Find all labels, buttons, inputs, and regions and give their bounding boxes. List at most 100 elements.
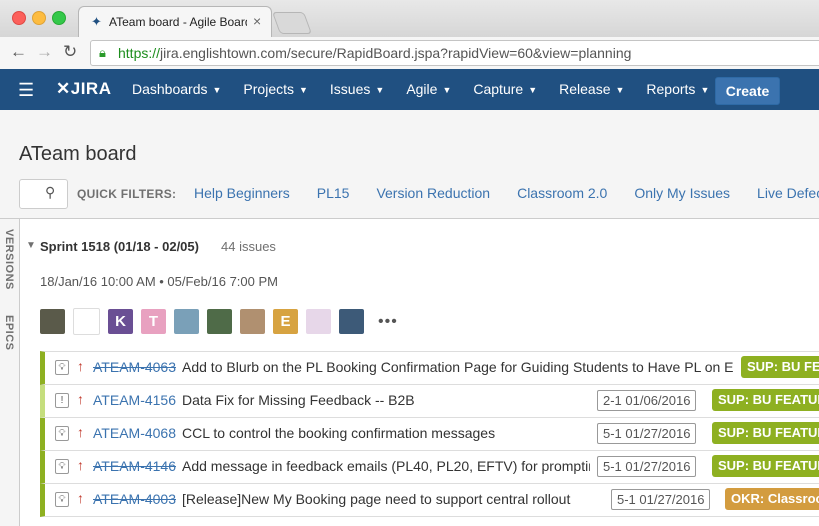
nav-capture[interactable]: Capture ▼ [473, 69, 537, 110]
issue-summary: Add to Blurb on the PL Booking Confirmat… [182, 359, 734, 375]
issue-key[interactable]: ATEAM-4003 [93, 491, 176, 507]
epic-label: OKR: Classroom [725, 488, 819, 510]
tab-title: ATeam board - Agile Board [109, 15, 247, 29]
epic-label: SUP: BU FEATURES [712, 389, 819, 411]
issue-key[interactable]: ATEAM-4146 [93, 458, 176, 474]
chevron-down-icon: ▼ [700, 84, 710, 95]
avatar[interactable] [339, 309, 364, 334]
fix-version-badge: 5-1 01/27/2016 [597, 456, 697, 477]
close-window-button[interactable] [12, 11, 26, 25]
sprint-dates: 18/Jan/16 10:00 AM • 05/Feb/16 7:00 PM [40, 274, 278, 289]
improvement-icon: 💡︎ [55, 492, 69, 507]
fix-version-badge: 2-1 01/06/2016 [597, 390, 697, 411]
nav-projects[interactable]: Projects ▼ [243, 69, 308, 110]
issue-row[interactable]: 💡︎ ↑ ATEAM-4146 Add message in feedback … [40, 451, 819, 484]
quick-filters-label: QUICK FILTERS: [77, 187, 177, 201]
avatar[interactable] [207, 309, 232, 334]
quick-filter[interactable]: Help Beginners [194, 185, 290, 201]
search-icon: ⚲ [45, 184, 56, 200]
avatar[interactable] [40, 309, 65, 334]
epic-label: SUP: BU FEATURES [712, 422, 819, 444]
issue-summary: CCL to control the booking confirmation … [182, 425, 496, 441]
chevron-down-icon[interactable]: ▼ [26, 240, 36, 251]
chevron-down-icon: ▼ [615, 84, 625, 95]
app-switcher-icon[interactable]: ☰ [18, 80, 34, 101]
priority-up-arrow-icon: ↑ [77, 391, 84, 407]
nav-release[interactable]: Release ▼ [559, 69, 624, 110]
priority-up-arrow-icon: ↑ [77, 457, 84, 473]
chevron-down-icon: ▼ [299, 84, 308, 95]
fix-version-badge: 5-1 01/27/2016 [611, 489, 711, 510]
avatar[interactable]: T [141, 309, 166, 334]
issue-row[interactable]: ! ↑ ATEAM-4156 Data Fix for Missing Feed… [40, 385, 819, 418]
avatar[interactable] [73, 308, 100, 335]
issue-key[interactable]: ATEAM-4156 [93, 392, 176, 408]
fix-version-badge: 5-1 01/27/2016 [597, 423, 697, 444]
quick-filters: Help Beginners PL15 Version Reduction Cl… [194, 185, 819, 201]
issue-row[interactable]: 💡︎ ↑ ATEAM-4068 CCL to control the booki… [40, 418, 819, 451]
board-header: ATeam board ⚲ QUICK FILTERS: Help Beginn… [0, 110, 819, 219]
issue-key[interactable]: ATEAM-4063 [93, 359, 176, 375]
lock-icon: 🔒︎ [99, 45, 106, 60]
issue-key[interactable]: ATEAM-4068 [93, 425, 176, 441]
improvement-icon: 💡︎ [55, 426, 69, 441]
back-arrow-icon[interactable]: ← [10, 42, 27, 62]
issue-list: 💡︎ ↑ ATEAM-4063 Add to Blurb on the PL B… [40, 351, 819, 517]
chevron-down-icon: ▼ [528, 84, 538, 95]
issue-summary: Add message in feedback emails (PL40, PL… [182, 458, 590, 474]
url-input[interactable]: 🔒︎ https://jira.englishtown.com/secure/R… [90, 40, 819, 66]
chevron-down-icon: ▼ [442, 84, 452, 95]
quick-filter[interactable]: PL15 [317, 185, 350, 201]
nav-issues[interactable]: Issues ▼ [330, 69, 384, 110]
avatar[interactable] [174, 309, 199, 334]
epic-label: SUP: BU FEATURES [741, 356, 819, 378]
avatar[interactable] [240, 309, 265, 334]
priority-up-arrow-icon: ↑ [77, 490, 84, 506]
more-avatars-button[interactable]: ••• [378, 313, 398, 331]
assignee-avatars: K T E ••• [40, 308, 398, 335]
avatar[interactable] [306, 309, 331, 334]
nav-dashboards[interactable]: Dashboards ▼ [132, 69, 221, 110]
create-button[interactable]: Create [715, 77, 780, 105]
nav-agile[interactable]: Agile ▼ [406, 69, 451, 110]
address-bar: ← → ↻ 🔒︎ https://jira.englishtown.com/se… [0, 37, 819, 70]
chevron-down-icon: ▼ [212, 84, 222, 95]
improvement-icon: 💡︎ [55, 360, 69, 375]
side-rail: VERSIONS EPICS [0, 219, 20, 526]
bug-exclamation-icon: ! [55, 393, 69, 408]
improvement-icon: 💡︎ [55, 459, 69, 474]
tab-close-icon[interactable]: × [253, 13, 261, 29]
avatar[interactable]: K [108, 309, 133, 334]
reload-icon[interactable]: ↻ [63, 42, 77, 62]
issue-row[interactable]: 💡︎ ↑ ATEAM-4003 [Release]New My Booking … [40, 484, 819, 517]
forward-arrow-icon[interactable]: → [36, 42, 53, 62]
zoom-window-button[interactable] [52, 11, 66, 25]
epics-tab[interactable]: EPICS [3, 315, 15, 351]
new-tab-button[interactable] [271, 12, 313, 34]
epic-label: SUP: BU FEATURES [712, 455, 819, 477]
chevron-down-icon: ▼ [375, 84, 385, 95]
search-input[interactable]: ⚲ [19, 179, 68, 209]
priority-up-arrow-icon: ↑ [77, 358, 84, 374]
issue-summary: [Release]New My Booking page need to sup… [182, 491, 571, 507]
quick-filter[interactable]: Version Reduction [376, 185, 490, 201]
priority-up-arrow-icon: ↑ [77, 424, 84, 440]
browser-tab[interactable]: ✦ ATeam board - Agile Board × [78, 6, 272, 38]
main-nav: Dashboards ▼ Projects ▼ Issues ▼ Agile ▼ Cap… [132, 69, 731, 110]
sprint-issue-count: 44 issues [221, 239, 276, 254]
versions-tab[interactable]: VERSIONS [3, 229, 15, 290]
jira-header: ☰ ✕JIRA Dashboards ▼ Projects ▼ Issues ▼ Ag… [0, 69, 819, 110]
sprint-name: Sprint 1518 (01/18 - 02/05) [40, 239, 199, 254]
quick-filter[interactable]: Live Defects [757, 185, 819, 201]
quick-filter[interactable]: Classroom 2.0 [517, 185, 607, 201]
issue-row[interactable]: 💡︎ ↑ ATEAM-4063 Add to Blurb on the PL B… [40, 351, 819, 385]
jira-favicon-icon: ✦ [91, 14, 102, 29]
url-text: https://jira.englishtown.com/secure/Rapi… [118, 45, 632, 61]
quick-filter[interactable]: Only My Issues [634, 185, 730, 201]
browser-titlebar: ✦ ATeam board - Agile Board × [0, 0, 819, 38]
nav-reports[interactable]: Reports ▼ [646, 69, 709, 110]
avatar[interactable]: E [273, 309, 298, 334]
minimize-window-button[interactable] [32, 11, 46, 25]
jira-logo[interactable]: ✕JIRA [56, 79, 111, 99]
issue-summary: Data Fix for Missing Feedback -- B2B [182, 392, 415, 408]
